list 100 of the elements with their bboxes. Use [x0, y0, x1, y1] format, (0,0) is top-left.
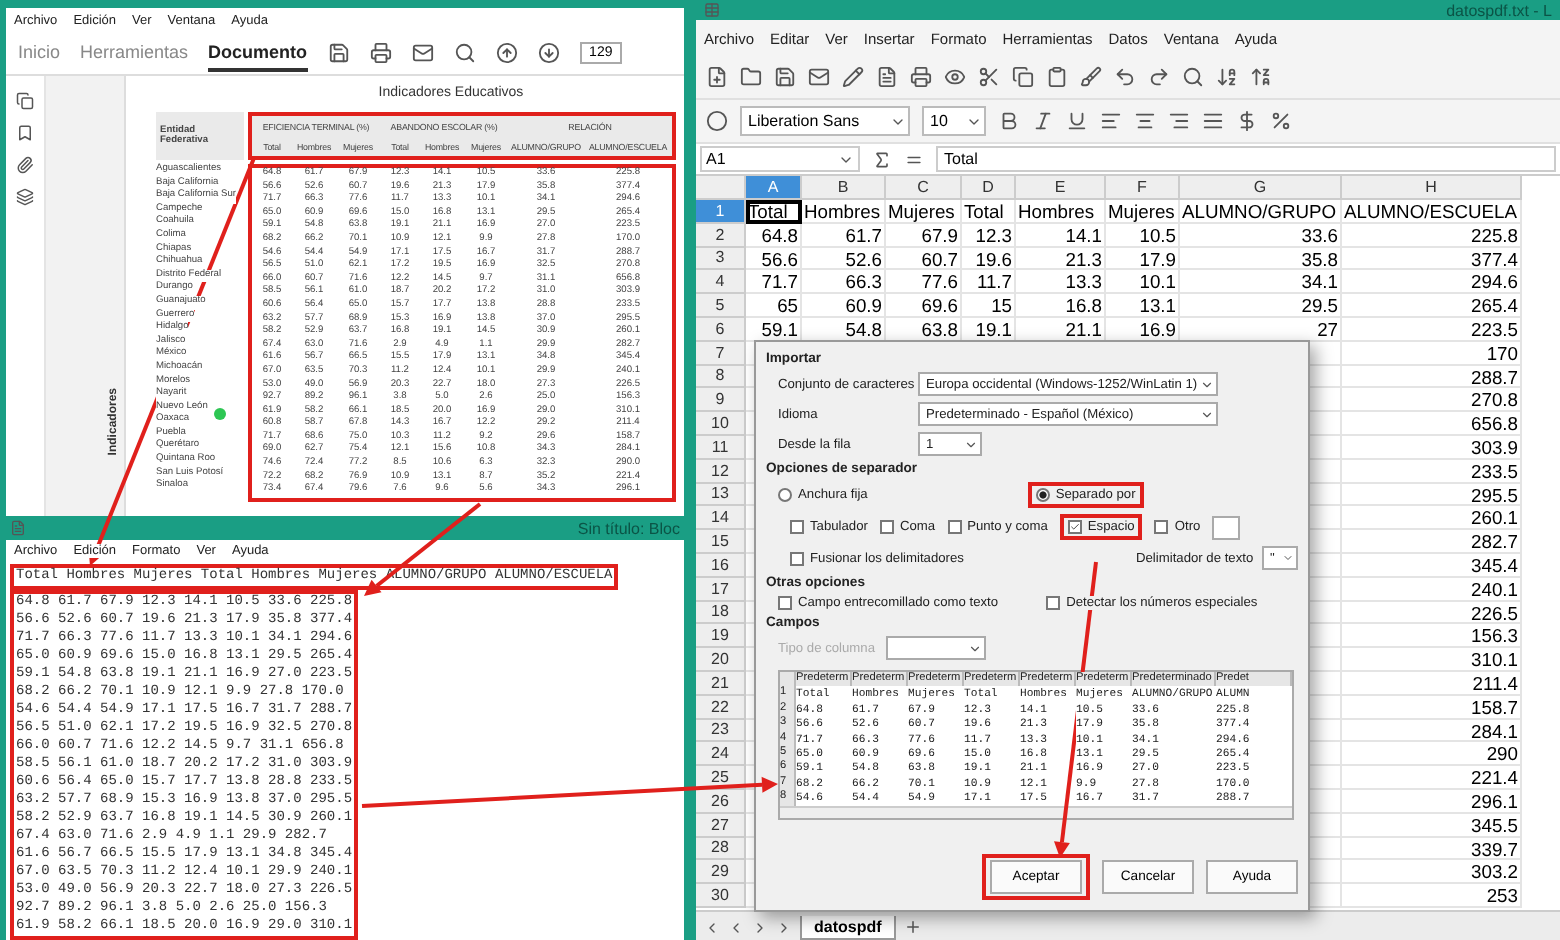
- checkbox[interactable]: [947, 520, 962, 534]
- row-header[interactable]: 13: [696, 483, 746, 507]
- italic-icon[interactable]: [1032, 110, 1054, 132]
- sort-ascending-icon[interactable]: [1216, 66, 1238, 88]
- name-box[interactable]: A1: [700, 146, 860, 172]
- row-header[interactable]: 10: [696, 412, 746, 436]
- copy-icon[interactable]: [1012, 66, 1034, 88]
- sheet-tab[interactable]: datospdf: [800, 915, 896, 939]
- layers-icon[interactable]: [16, 188, 34, 206]
- search-icon[interactable]: [1182, 66, 1204, 88]
- dollar-icon[interactable]: [1236, 110, 1258, 132]
- column-header[interactable]: C: [886, 176, 962, 200]
- align-center-icon[interactable]: [1134, 110, 1156, 132]
- column-header[interactable]: D: [962, 176, 1016, 200]
- scissors-icon[interactable]: [978, 66, 1000, 88]
- row-header[interactable]: 22: [696, 695, 746, 720]
- column-header[interactable]: F: [1106, 176, 1180, 200]
- font-size-dropdown[interactable]: 10: [922, 106, 986, 136]
- mail-icon[interactable]: [411, 42, 434, 64]
- checkbox[interactable]: [879, 520, 894, 534]
- row-header[interactable]: 29: [696, 860, 746, 885]
- radio-button[interactable]: [778, 488, 792, 502]
- row-header[interactable]: 4: [696, 270, 746, 295]
- table-cell: 223.5: [1342, 317, 1522, 342]
- checkbox[interactable]: [1046, 596, 1061, 610]
- row-header[interactable]: 2: [696, 223, 746, 248]
- row-header[interactable]: 19: [696, 624, 746, 649]
- row-header[interactable]: 18: [696, 601, 746, 625]
- circle-icon[interactable]: [706, 110, 728, 132]
- down-arrow-circle-icon[interactable]: [537, 42, 560, 64]
- checkbox[interactable]: [778, 596, 792, 610]
- row-header[interactable]: 16: [696, 553, 746, 578]
- row-header[interactable]: 30: [696, 884, 746, 908]
- row-header[interactable]: 12: [696, 459, 746, 484]
- other-separator-field[interactable]: [1212, 515, 1241, 539]
- row-header[interactable]: 11: [696, 435, 746, 460]
- brush-icon[interactable]: [1080, 66, 1102, 88]
- sort-descending-icon[interactable]: [1250, 66, 1272, 88]
- tab[interactable]: Inicio: [18, 35, 61, 71]
- up-arrow-circle-icon[interactable]: [495, 42, 518, 64]
- checkbox[interactable]: [1154, 520, 1169, 534]
- formula-field[interactable]: Total: [936, 146, 1556, 172]
- column-header[interactable]: H: [1342, 176, 1522, 200]
- printer-icon[interactable]: [369, 42, 392, 64]
- printer-icon[interactable]: [910, 66, 932, 88]
- row-header[interactable]: 14: [696, 506, 746, 531]
- row-header[interactable]: 28: [696, 837, 746, 861]
- first-sheet-icon[interactable]: [704, 919, 720, 935]
- row-header[interactable]: 8: [696, 365, 746, 389]
- row-header[interactable]: 24: [696, 742, 746, 767]
- row-header[interactable]: 20: [696, 648, 746, 672]
- row-header[interactable]: 17: [696, 577, 746, 602]
- row-header[interactable]: 23: [696, 719, 746, 743]
- row-header[interactable]: 27: [696, 813, 746, 838]
- last-sheet-icon[interactable]: [776, 919, 792, 935]
- clipboard-icon[interactable]: [1046, 66, 1068, 88]
- bookmark-icon[interactable]: [16, 124, 34, 142]
- pages-icon[interactable]: [16, 92, 34, 110]
- checkbox[interactable]: [1067, 520, 1082, 534]
- row-header[interactable]: 21: [696, 671, 746, 696]
- new-document-icon[interactable]: [706, 66, 728, 88]
- radio-button[interactable]: [1035, 488, 1050, 502]
- save-icon[interactable]: [774, 66, 796, 88]
- scrollbar[interactable]: [780, 805, 1292, 818]
- add-sheet-icon[interactable]: [903, 918, 922, 936]
- tab[interactable]: Herramientas: [80, 35, 189, 71]
- table-cell: Total: [746, 200, 802, 224]
- paperclip-icon[interactable]: [16, 156, 34, 174]
- column-header[interactable]: G: [1180, 176, 1342, 200]
- save-icon[interactable]: [327, 42, 350, 64]
- align-left-icon[interactable]: [1100, 110, 1122, 132]
- align-justify-icon[interactable]: [1202, 110, 1224, 132]
- column-header[interactable]: B: [802, 176, 886, 200]
- column-header[interactable]: E: [1016, 176, 1106, 200]
- folder-icon[interactable]: [740, 66, 762, 88]
- percent-icon[interactable]: [1270, 110, 1292, 132]
- row-header[interactable]: 7: [696, 341, 746, 366]
- bold-icon[interactable]: [998, 110, 1020, 132]
- row-header[interactable]: 3: [696, 247, 746, 271]
- sigma-icon[interactable]: [872, 149, 892, 169]
- undo-icon[interactable]: [1114, 66, 1136, 88]
- redo-icon[interactable]: [1148, 66, 1170, 88]
- search-icon[interactable]: [453, 42, 476, 64]
- row-header[interactable]: 15: [696, 530, 746, 554]
- row-header[interactable]: 5: [696, 294, 746, 318]
- row-header[interactable]: 6: [696, 317, 746, 342]
- previous-sheet-icon[interactable]: [728, 919, 744, 935]
- document-icon[interactable]: [876, 66, 898, 88]
- mail-icon[interactable]: [808, 66, 830, 88]
- next-sheet-icon[interactable]: [752, 919, 768, 935]
- underline-icon[interactable]: [1066, 110, 1088, 132]
- row-header[interactable]: 9: [696, 388, 746, 413]
- align-right-icon[interactable]: [1168, 110, 1190, 132]
- checkbox[interactable]: [790, 520, 804, 534]
- font-name-dropdown[interactable]: Liberation Sans: [740, 106, 910, 136]
- eye-icon[interactable]: [944, 66, 966, 88]
- row-header[interactable]: 26: [696, 789, 746, 814]
- checkbox[interactable]: [790, 551, 804, 565]
- pencil-icon[interactable]: [842, 66, 864, 88]
- tab[interactable]: Documento: [208, 35, 308, 71]
